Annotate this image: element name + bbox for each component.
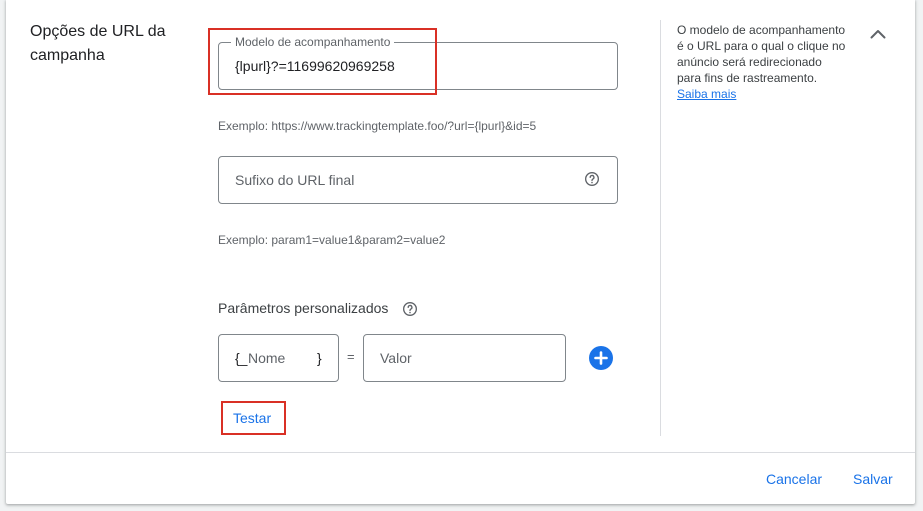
equals-sign: = <box>347 349 355 364</box>
collapse-button[interactable] <box>866 22 890 46</box>
test-button[interactable]: Testar <box>233 410 271 426</box>
param-name-prefix: {_ <box>235 350 248 366</box>
param-value-field[interactable]: Valor <box>363 334 566 382</box>
tracking-template-hint: Exemplo: https://www.trackingtemplate.fo… <box>218 119 537 133</box>
section-title: Opções de URL da campanha <box>30 23 166 64</box>
param-name-field[interactable]: {_ Nome } <box>218 334 339 382</box>
custom-params-title: Parâmetros personalizados <box>218 300 389 316</box>
tracking-template-field[interactable]: Modelo de acompanhamento {lpurl}?=116996… <box>218 35 618 90</box>
help-icon[interactable] <box>402 301 418 317</box>
learn-more-link[interactable]: Saiba mais <box>677 87 736 101</box>
save-button[interactable]: Salvar <box>853 471 893 487</box>
final-url-suffix-placeholder: Sufixo do URL final <box>235 172 355 188</box>
footer-divider <box>6 452 915 453</box>
side-help-panel: O modelo de acompanhamento é o URL para … <box>677 22 847 102</box>
param-name-placeholder: Nome <box>248 350 286 366</box>
side-help-text: O modelo de acompanhamento é o URL para … <box>677 23 846 85</box>
add-param-button[interactable] <box>589 346 613 370</box>
add-circle-icon <box>594 351 608 365</box>
tracking-template-value: {lpurl}?=11699620969258 <box>235 58 395 74</box>
final-url-suffix-hint: Exemplo: param1=value1&param2=value2 <box>218 233 446 247</box>
help-icon[interactable] <box>584 171 600 187</box>
tracking-template-label: Modelo de acompanhamento <box>231 35 395 49</box>
param-value-placeholder: Valor <box>380 350 412 366</box>
vertical-divider <box>660 20 661 436</box>
chevron-up-icon <box>870 30 886 39</box>
param-name-suffix: } <box>317 350 322 366</box>
cancel-button[interactable]: Cancelar <box>766 471 822 487</box>
final-url-suffix-field[interactable]: Sufixo do URL final <box>218 156 618 204</box>
campaign-url-options-card: Opções de URL da campanha Modelo de acom… <box>6 0 915 504</box>
